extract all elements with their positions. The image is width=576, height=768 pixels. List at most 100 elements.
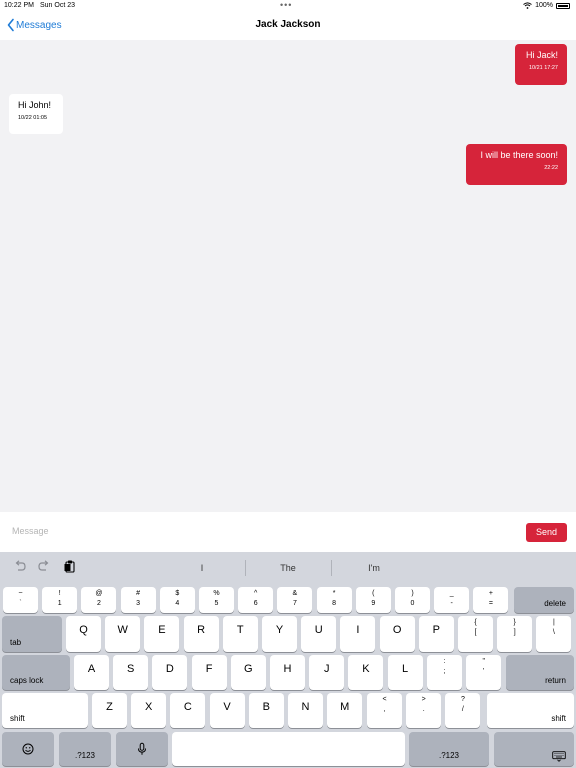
number-key[interactable]: _ - — [434, 587, 470, 613]
number-key[interactable]: #3 — [120, 587, 156, 613]
number-key[interactable]: (9 — [355, 587, 391, 613]
number-key[interactable]: $4 — [159, 587, 195, 613]
symbol-key[interactable]: >. — [406, 693, 442, 728]
letter-key[interactable]: K — [348, 655, 384, 690]
message-input[interactable] — [6, 520, 506, 542]
key-char: 5 — [214, 600, 219, 607]
clipboard-icon[interactable] — [63, 559, 77, 573]
key-char: 7 — [292, 600, 297, 607]
letter-key[interactable]: J — [309, 655, 345, 690]
key-letter: P — [432, 624, 440, 636]
number-key[interactable]: ) 0 — [395, 587, 430, 613]
suggestion-item[interactable]: I'm — [334, 563, 414, 573]
dismiss-keyboard-key[interactable] — [494, 732, 574, 766]
letter-key[interactable]: T — [222, 616, 258, 652]
key-shift-char: ! — [58, 590, 61, 597]
key-letter: W — [117, 624, 128, 636]
key-shift-char: # — [136, 590, 141, 597]
key-shift-char: > — [421, 696, 426, 703]
multitasking-dots[interactable]: ••• — [280, 0, 292, 10]
number-key[interactable]: * 8 — [316, 587, 352, 613]
number-key[interactable]: + = — [473, 587, 509, 613]
message-list[interactable]: Hi Jack! 10/21 17:27 Hi John! 10/22 01:0… — [0, 40, 576, 512]
symbol-key[interactable]: }] — [497, 616, 533, 652]
shift-key-left[interactable]: shift — [2, 693, 88, 728]
symbol-key[interactable]: | \ — [536, 616, 572, 652]
key-letter: Y — [275, 624, 284, 636]
composer-bar — [0, 512, 576, 552]
key-letter: O — [392, 624, 402, 636]
number-key[interactable]: ^ 6 — [238, 587, 274, 613]
letter-key[interactable]: L — [387, 655, 423, 690]
letter-key[interactable]: S — [113, 655, 149, 690]
caps-lock-label: caps lock — [10, 676, 44, 685]
return-key[interactable]: return — [506, 655, 574, 690]
number-key[interactable]: % 5 — [199, 587, 234, 613]
message-text: I will be there soon! — [480, 150, 558, 160]
message-text: Hi Jack! — [525, 50, 558, 60]
number-key[interactable]: @2 — [81, 587, 117, 613]
undo-icon[interactable] — [13, 559, 27, 573]
letter-key[interactable]: R — [183, 616, 219, 652]
space-key[interactable] — [172, 732, 405, 766]
letter-key[interactable]: E — [144, 616, 180, 652]
symbol-key[interactable]: ? / — [445, 693, 481, 728]
outgoing-message-bubble[interactable]: Hi Jack! 10/21 17:27 — [515, 44, 567, 85]
letter-key[interactable]: A — [74, 655, 109, 690]
key-letter: F — [205, 663, 213, 675]
shift-key-right[interactable]: shift — [487, 693, 574, 728]
navigation-bar: Messages Jack Jackson — [0, 12, 576, 40]
outgoing-message-bubble[interactable]: I will be there soon! 22:22 — [466, 144, 567, 185]
letter-key[interactable]: W — [105, 616, 141, 652]
letter-key[interactable]: B — [248, 693, 284, 728]
key-char: 2 — [96, 600, 101, 607]
key-letter: L — [402, 663, 409, 675]
tab-key[interactable]: tab — [2, 616, 62, 652]
letter-key[interactable]: U — [301, 616, 337, 652]
emoji-key[interactable] — [2, 732, 54, 766]
letter-key[interactable]: F — [191, 655, 227, 690]
key-letter: J — [323, 663, 330, 675]
symbol-key[interactable]: :; — [427, 655, 462, 690]
key-letter: B — [262, 701, 270, 713]
suggestion-item[interactable]: I — [162, 563, 242, 573]
key-char: 1 — [57, 600, 62, 607]
key-shift-char: $ — [175, 590, 180, 597]
letter-key[interactable]: X — [131, 693, 167, 728]
symbol-key[interactable]: {[ — [458, 616, 493, 652]
keyboard-dismiss-icon — [552, 751, 566, 762]
key-letter: K — [362, 663, 370, 675]
letter-key[interactable]: V — [209, 693, 245, 728]
letter-key[interactable]: Q — [66, 616, 101, 652]
number-key[interactable]: ~ ` — [3, 587, 38, 613]
letter-key[interactable]: C — [170, 693, 206, 728]
number-key[interactable]: ! 1 — [42, 587, 78, 613]
caps-lock-key[interactable]: caps lock — [2, 655, 70, 690]
letter-key[interactable]: N — [288, 693, 323, 728]
letter-key[interactable]: D — [152, 655, 188, 690]
delete-key[interactable]: delete — [514, 587, 574, 613]
numbers-key-right[interactable]: .?123 — [409, 732, 489, 766]
letter-key[interactable]: Y — [262, 616, 297, 652]
letter-key[interactable]: H — [270, 655, 305, 690]
numbers-key-left[interactable]: .?123 — [59, 732, 111, 766]
letter-key[interactable]: O — [379, 616, 415, 652]
send-button[interactable]: Send — [526, 523, 567, 542]
key-char: 3 — [136, 600, 141, 607]
letter-key[interactable]: Z — [92, 693, 127, 728]
incoming-message-bubble[interactable]: Hi John! 10/22 01:05 — [9, 94, 63, 134]
letter-key[interactable]: M — [327, 693, 363, 728]
key-letter: G — [244, 663, 253, 675]
symbol-key[interactable]: <, — [367, 693, 402, 728]
key-char: [ — [474, 629, 477, 636]
shift-label: shift — [10, 714, 25, 723]
numbers-label: .?123 — [74, 751, 96, 760]
letter-key[interactable]: I — [340, 616, 376, 652]
suggestion-item[interactable]: The — [248, 563, 328, 573]
letter-key[interactable]: G — [230, 655, 266, 690]
letter-key[interactable]: P — [418, 616, 454, 652]
redo-icon[interactable] — [37, 559, 51, 573]
dictation-key[interactable] — [116, 732, 168, 766]
number-key[interactable]: & 7 — [277, 587, 313, 613]
symbol-key[interactable]: " ' — [466, 655, 502, 690]
